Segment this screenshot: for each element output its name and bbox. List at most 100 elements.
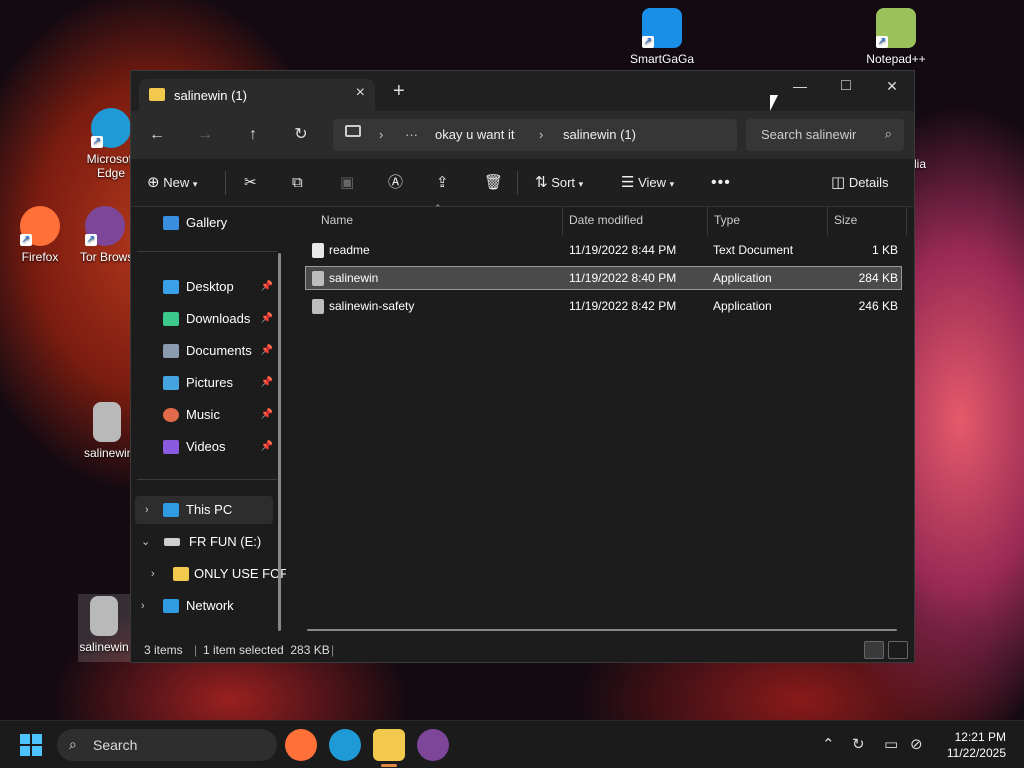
status-divider: | [331,643,335,657]
close-tab-icon[interactable]: × [356,84,365,102]
drive-icon [164,538,180,546]
paste-button[interactable]: ▣ [340,171,354,195]
sort-button[interactable]: ⇅ Sort ▾ [535,171,583,195]
pin-icon[interactable]: 📌 [261,369,273,397]
taskbar-tor[interactable] [417,729,449,761]
chevron-down-icon: ▾ [578,179,584,189]
desktop-icon-tor[interactable]: ↗ Tor Browser [80,206,130,264]
file-row-salinewin-safety[interactable]: salinewin-safety 11/19/2022 8:42 PM Appl… [305,294,902,318]
close-button[interactable]: ✕ [869,71,915,103]
nav-item-network[interactable]: › Network [131,592,277,620]
column-header-size[interactable]: Size [834,207,857,235]
desktop-icon-salinewin-selected[interactable]: salinewin [78,594,130,662]
clock[interactable]: 12:21 PM 11/22/2025 [947,729,1006,761]
more-locations-button[interactable]: ··· [405,127,418,142]
desktop-icon-smartgaga[interactable]: ↗ SmartGaGa [624,8,700,66]
details-button[interactable]: ◫ Details [831,171,889,195]
chevron-down-icon[interactable]: ⌄ [141,528,150,556]
item-count: 3 items [144,643,183,657]
nav-scrollbar[interactable] [278,253,281,631]
chevron-right-icon: › [379,127,384,142]
details-view-button[interactable] [864,641,884,659]
copy-button[interactable]: ⧉ [292,171,303,195]
divider [137,251,277,252]
chevron-right-icon[interactable]: › [141,592,145,620]
view-button[interactable]: ☰ View ▾ [621,171,674,195]
firefox-icon: ↗ [20,206,60,246]
column-divider[interactable] [562,207,563,235]
nav-item-videos[interactable]: Videos 📌 [131,433,277,461]
column-header-date[interactable]: Date modified [569,207,643,235]
search-box[interactable]: Search salinewir ⌕ [746,119,904,151]
new-button[interactable]: ⊕ New ▾ [147,171,197,195]
horizontal-scrollbar[interactable] [307,629,897,631]
navigation-pane: Gallery Desktop 📌 Downloads 📌 Documents … [131,207,286,635]
monitor-icon[interactable]: ▭ [884,735,898,753]
pin-icon[interactable]: 📌 [261,305,273,333]
nav-item-pictures[interactable]: Pictures 📌 [131,369,277,397]
column-header-name[interactable]: Name [321,207,353,235]
active-app-indicator [381,764,397,767]
taskbar-edge[interactable] [329,729,361,761]
details-pane-icon: ◫ [831,174,846,191]
desktop-icon-salinewin[interactable]: salinewin [84,402,130,460]
taskbar-file-explorer[interactable] [373,729,405,761]
desktop-icon-notepadpp[interactable]: ↗ Notepad++ [858,8,934,66]
shortcut-arrow-icon: ↗ [85,234,97,246]
nav-item-music[interactable]: Music 📌 [131,401,277,429]
search-icon: ⌕ [884,126,892,141]
minimize-button[interactable]: — [777,71,823,103]
pin-icon[interactable]: 📌 [261,433,273,461]
file-row-salinewin[interactable]: salinewin 11/19/2022 8:40 PM Application… [305,266,902,290]
more-options-button[interactable]: ••• [711,171,731,195]
breadcrumb-okay-u-want-it[interactable]: okay u want it [435,127,515,142]
chevron-right-icon[interactable]: › [145,496,149,524]
share-button[interactable]: ⇪ [436,171,449,195]
taskbar-firefox[interactable] [285,729,317,761]
taskbar-search[interactable]: ⌕ Search [57,729,277,761]
desktop-icon-partial[interactable]: lia [914,157,938,171]
nav-item-drive-e[interactable]: ⌄ FR FUN (E:) [131,528,277,556]
new-tab-button[interactable]: + [393,81,405,101]
folder-icon [149,88,165,101]
text-file-icon [312,243,324,258]
view-list-icon: ☰ [621,174,635,191]
column-divider[interactable] [707,207,708,235]
network-icon [163,599,179,613]
column-divider[interactable] [906,207,907,235]
back-button[interactable]: ← [143,123,171,147]
pin-icon[interactable]: 📌 [261,337,273,365]
nav-item-this-pc[interactable]: › This PC [135,496,273,524]
address-bar-row: ← → ↑ ↻ › ··· okay u want it › salinewin… [131,111,914,159]
nav-item-downloads[interactable]: Downloads 📌 [131,305,277,333]
app-icon [312,299,324,314]
column-header-type[interactable]: Type [714,207,740,235]
cut-button[interactable]: ✂ [244,171,257,195]
tab-salinewin[interactable]: salinewin (1) × [139,79,375,111]
pin-icon[interactable]: 📌 [261,401,273,429]
windows-logo-icon [20,734,30,744]
nav-item-only-use-folder[interactable]: › ONLY USE FOF [131,560,286,588]
pin-icon[interactable]: 📌 [261,273,273,301]
desktop-icon-firefox[interactable]: ↗ Firefox [2,206,78,264]
breadcrumb-salinewin[interactable]: salinewin (1) [563,127,636,142]
nav-item-desktop[interactable]: Desktop 📌 [131,273,277,301]
sync-icon[interactable]: ↻ [852,735,865,753]
delete-button[interactable]: 🗑 [484,171,503,195]
start-button[interactable] [20,734,42,756]
up-button[interactable]: ↑ [239,123,267,147]
nav-item-gallery[interactable]: Gallery [131,209,277,237]
column-divider[interactable] [827,207,828,235]
status-divider: | [194,643,198,657]
address-bar[interactable]: › ··· okay u want it › salinewin (1) [333,119,737,151]
chevron-right-icon[interactable]: › [151,560,155,588]
chevron-up-icon[interactable]: ⌃ [822,735,835,753]
rename-button[interactable]: Ⓐ [388,171,403,195]
tiles-view-button[interactable] [888,641,908,659]
refresh-button[interactable]: ↻ [287,123,315,147]
nav-item-documents[interactable]: Documents 📌 [131,337,277,365]
forward-button[interactable]: → [191,123,219,147]
file-row-readme[interactable]: readme 11/19/2022 8:44 PM Text Document … [305,238,902,262]
maximize-button[interactable]: □ [823,71,869,103]
network-disconnected-icon[interactable]: ⊘ [910,735,923,753]
